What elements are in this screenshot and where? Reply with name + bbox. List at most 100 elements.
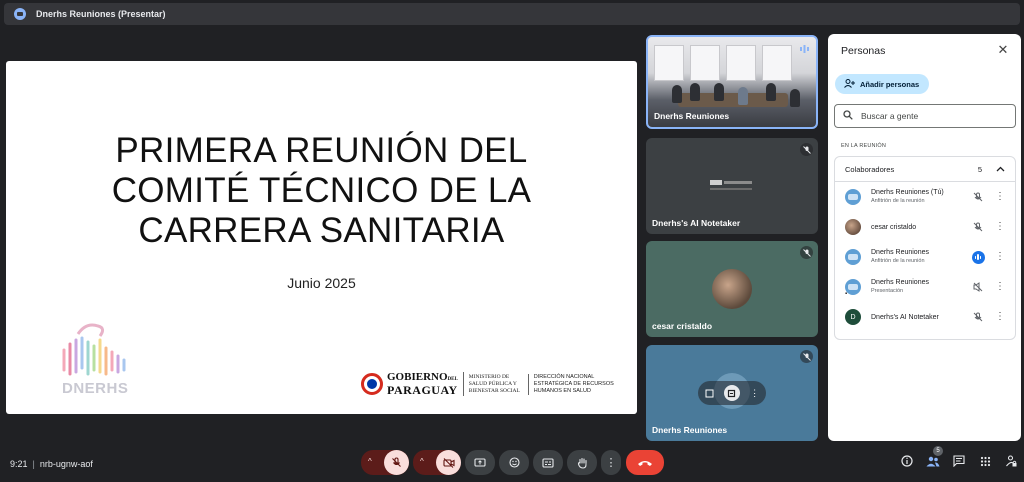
chevron-up-icon[interactable]	[996, 165, 1005, 174]
muted-mic-icon[interactable]	[971, 280, 985, 294]
add-people-button[interactable]: Añadir personas	[835, 74, 929, 94]
direccion-label: DIRECCIÓN NACIONAL ESTRATÉGICA DE RECURS…	[533, 373, 614, 394]
participant-tile[interactable]: ⋮ Dnerhs Reuniones	[646, 345, 818, 441]
gov-del: DEL	[447, 377, 458, 382]
tile-name: cesar cristaldo	[652, 321, 713, 331]
list-item[interactable]: Dnerhs Reuniones (Tú) Anfitrión de la re…	[835, 182, 1015, 212]
chat-button[interactable]	[952, 454, 966, 468]
hand-icon	[577, 457, 587, 469]
meet-app-icon	[14, 8, 26, 20]
tile-name: Dnerhs's AI Notetaker	[652, 218, 741, 228]
participant-role: Anfitrión de la reunión	[871, 198, 925, 204]
speaking-indicator	[798, 42, 811, 55]
person-shape	[766, 83, 776, 101]
activities-button[interactable]	[978, 454, 992, 468]
muted-mic-icon	[800, 350, 813, 363]
pin-icon[interactable]	[723, 385, 740, 401]
chevron-up-icon[interactable]: ^	[368, 457, 372, 466]
group-count: 5	[977, 164, 982, 174]
avatar	[845, 219, 861, 235]
meet-window: Dnerhs Reuniones (Presentar) PRIMERA REU…	[0, 0, 1024, 482]
lock-person-icon	[1005, 455, 1016, 467]
chevron-up-icon[interactable]: ^	[420, 457, 424, 466]
emoji-icon	[508, 457, 520, 468]
frame-icon[interactable]	[701, 385, 717, 401]
muted-mic-icon[interactable]	[971, 190, 985, 204]
avatar	[712, 269, 752, 309]
paraguay-seal-icon	[361, 373, 383, 395]
present-screen-button[interactable]	[465, 450, 495, 475]
camera-off-button[interactable]	[436, 450, 461, 475]
person-shape	[790, 89, 800, 107]
captions-button[interactable]	[533, 450, 563, 475]
government-logo: GOBIERNODEL PARAGUAY MINISTERIO DE SALUD…	[361, 369, 629, 399]
ministerio-label: MINISTERIO DE SALUD PÚBLICA Y BIENESTAR …	[469, 373, 529, 395]
window-shape	[726, 45, 756, 81]
list-item[interactable]: D Dnerhs's AI Notetaker ⋮	[835, 302, 1015, 332]
more-options-icon[interactable]: ⋮	[747, 385, 763, 401]
people-panel: Personas ✕ Añadir personas EN LA REUNIÓN…	[828, 34, 1021, 441]
search-input[interactable]	[861, 111, 1011, 121]
tile-name: Dnerhs Reuniones	[654, 111, 730, 121]
speaking-indicator-icon	[971, 250, 985, 264]
participant-name: Dnerhs's AI Notetaker	[871, 313, 939, 321]
avatar	[845, 279, 861, 295]
person-shape	[672, 85, 682, 103]
muted-mic-icon[interactable]	[971, 310, 985, 324]
camera-control-group: ^	[413, 450, 461, 475]
muted-mic-icon[interactable]	[971, 220, 985, 234]
apps-grid-icon	[980, 456, 990, 466]
section-label: EN LA REUNIÓN	[841, 143, 887, 149]
participant-name: Dnerhs Reuniones	[871, 279, 929, 286]
slide-date: Junio 2025	[287, 275, 356, 291]
group-label: Colaboradores	[845, 164, 895, 174]
more-options-icon[interactable]: ⋮	[995, 282, 1005, 292]
gov-line2: PARAGUAY	[387, 383, 458, 397]
list-item[interactable]: cesar cristaldo ⋮	[835, 212, 1015, 242]
participant-list: Dnerhs Reuniones (Tú) Anfitrión de la re…	[835, 182, 1015, 332]
present-icon	[474, 457, 486, 467]
more-options-button[interactable]: ⋮	[601, 450, 621, 475]
leave-call-button[interactable]	[626, 450, 664, 475]
participant-tile[interactable]: cesar cristaldo	[646, 241, 818, 337]
more-options-icon[interactable]: ⋮	[995, 192, 1005, 202]
shared-presentation: PRIMERA REUNIÓN DEL COMITÉ TÉCNICO DE LA…	[6, 61, 637, 414]
tile-name: Dnerhs Reuniones	[652, 425, 728, 435]
participant-name: Dnerhs Reuniones (Tú)	[871, 189, 944, 196]
close-icon[interactable]: ✕	[996, 43, 1010, 57]
list-item[interactable]: Dnerhs Reuniones Anfitrión de la reunión…	[835, 242, 1015, 272]
reactions-button[interactable]	[499, 450, 529, 475]
mic-off-button[interactable]	[384, 450, 409, 475]
person-shape	[714, 83, 724, 101]
window-shape	[762, 45, 792, 81]
notetaker-logo	[710, 180, 754, 194]
host-controls-button[interactable]	[1004, 454, 1018, 468]
clock: 9:21	[10, 459, 28, 469]
bottom-toolbar: 9:21 | nrb-ugnw-aof ^ ^ ⋮ 5	[0, 446, 1024, 482]
people-button[interactable]	[926, 454, 940, 468]
dnerhs-logo-mark	[62, 323, 126, 376]
info-icon	[901, 455, 913, 467]
participant-group: Colaboradores 5 Dnerhs Reuniones (Tú) An…	[834, 156, 1016, 340]
list-item[interactable]: ▪ Dnerhs Reuniones Presentación ⋮	[835, 272, 1015, 302]
slide-heading: PRIMERA REUNIÓN DEL COMITÉ TÉCNICO DE LA…	[111, 131, 532, 250]
more-options-icon[interactable]: ⋮	[995, 222, 1005, 232]
meeting-code: nrb-ugnw-aof	[39, 459, 93, 469]
gobierno-paraguay-wordmark: GOBIERNODEL PARAGUAY	[387, 372, 464, 396]
group-header[interactable]: Colaboradores 5	[835, 157, 1015, 182]
more-options-icon[interactable]: ⋮	[995, 312, 1005, 322]
participant-tile[interactable]: Dnerhs Reuniones	[646, 35, 818, 129]
meeting-details-button[interactable]	[900, 454, 914, 468]
avatar	[845, 189, 861, 205]
participant-role: Anfitrión de la reunión	[871, 258, 925, 264]
captions-icon	[542, 457, 554, 468]
gov-line1: GOBIERNO	[387, 371, 448, 383]
participant-tile[interactable]: Dnerhs's AI Notetaker	[646, 138, 818, 234]
mic-control-group: ^	[361, 450, 409, 475]
more-vert-icon: ⋮	[605, 457, 617, 469]
dnerhs-logo: DNERHS	[50, 316, 150, 401]
raise-hand-button[interactable]	[567, 450, 597, 475]
participant-name: cesar cristaldo	[871, 223, 917, 231]
more-options-icon[interactable]: ⋮	[995, 252, 1005, 262]
avatar: D	[845, 309, 861, 325]
